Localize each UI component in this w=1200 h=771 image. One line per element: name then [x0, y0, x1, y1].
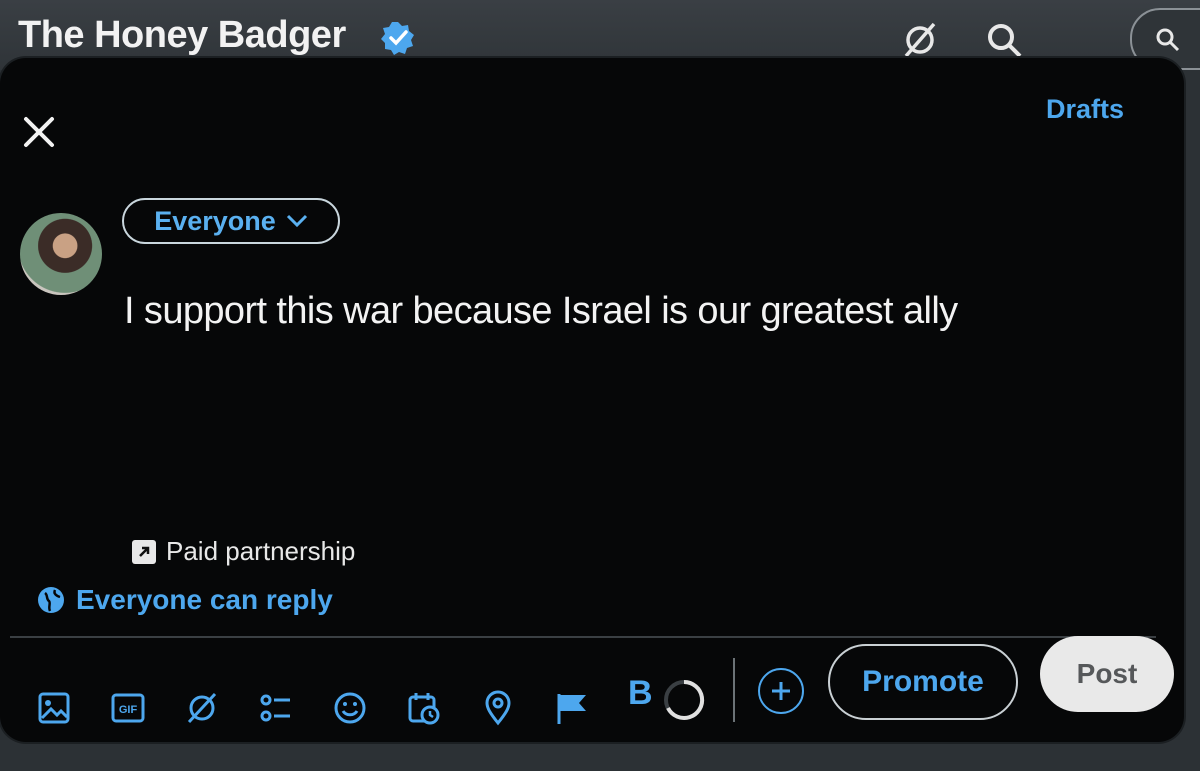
composer-toolbar: GIF B Promote Post	[0, 636, 1184, 738]
toolbar-separator	[733, 658, 735, 722]
drafts-button[interactable]: Drafts	[1046, 94, 1124, 125]
grok-icon[interactable]	[900, 20, 940, 60]
flag-icon[interactable]	[554, 690, 590, 726]
plus-icon	[772, 682, 790, 700]
poll-icon[interactable]	[258, 690, 294, 726]
reply-setting-label: Everyone can reply	[76, 584, 333, 615]
image-icon[interactable]	[36, 690, 72, 726]
profile-name: The Honey Badger	[18, 14, 346, 56]
avatar[interactable]	[20, 213, 102, 295]
arrow-up-right-icon	[132, 539, 156, 564]
search-icon	[1156, 28, 1180, 52]
verified-badge-icon	[381, 22, 414, 55]
promote-button[interactable]: Promote	[828, 644, 1018, 720]
background-bottom	[0, 740, 1200, 771]
globe-icon	[38, 587, 64, 613]
post-button[interactable]: Post	[1040, 636, 1174, 712]
schedule-icon[interactable]	[406, 690, 442, 726]
divider	[10, 636, 1156, 638]
svg-text:GIF: GIF	[119, 704, 138, 716]
post-text-input[interactable]: I support this war because Israel is our…	[124, 290, 1144, 333]
emoji-icon[interactable]	[332, 690, 368, 726]
chevron-down-icon	[286, 214, 307, 228]
search-icon[interactable]	[984, 20, 1024, 60]
audience-selector[interactable]: Everyone	[122, 198, 340, 244]
reply-setting-button[interactable]: Everyone can reply	[36, 584, 333, 616]
paid-partnership-toggle[interactable]: Paid partnership	[132, 536, 355, 567]
close-icon[interactable]	[20, 113, 58, 151]
paid-partnership-label: Paid partnership	[166, 536, 356, 566]
character-count-ring	[664, 679, 705, 720]
compose-post-modal: Drafts Everyone I support this war becau…	[0, 58, 1184, 742]
gif-icon[interactable]: GIF	[110, 690, 146, 726]
add-post-button[interactable]	[758, 668, 804, 714]
location-icon[interactable]	[480, 690, 516, 726]
audience-label: Everyone	[154, 205, 276, 236]
grok-icon[interactable]	[184, 690, 220, 726]
bold-button[interactable]: B	[628, 674, 653, 713]
